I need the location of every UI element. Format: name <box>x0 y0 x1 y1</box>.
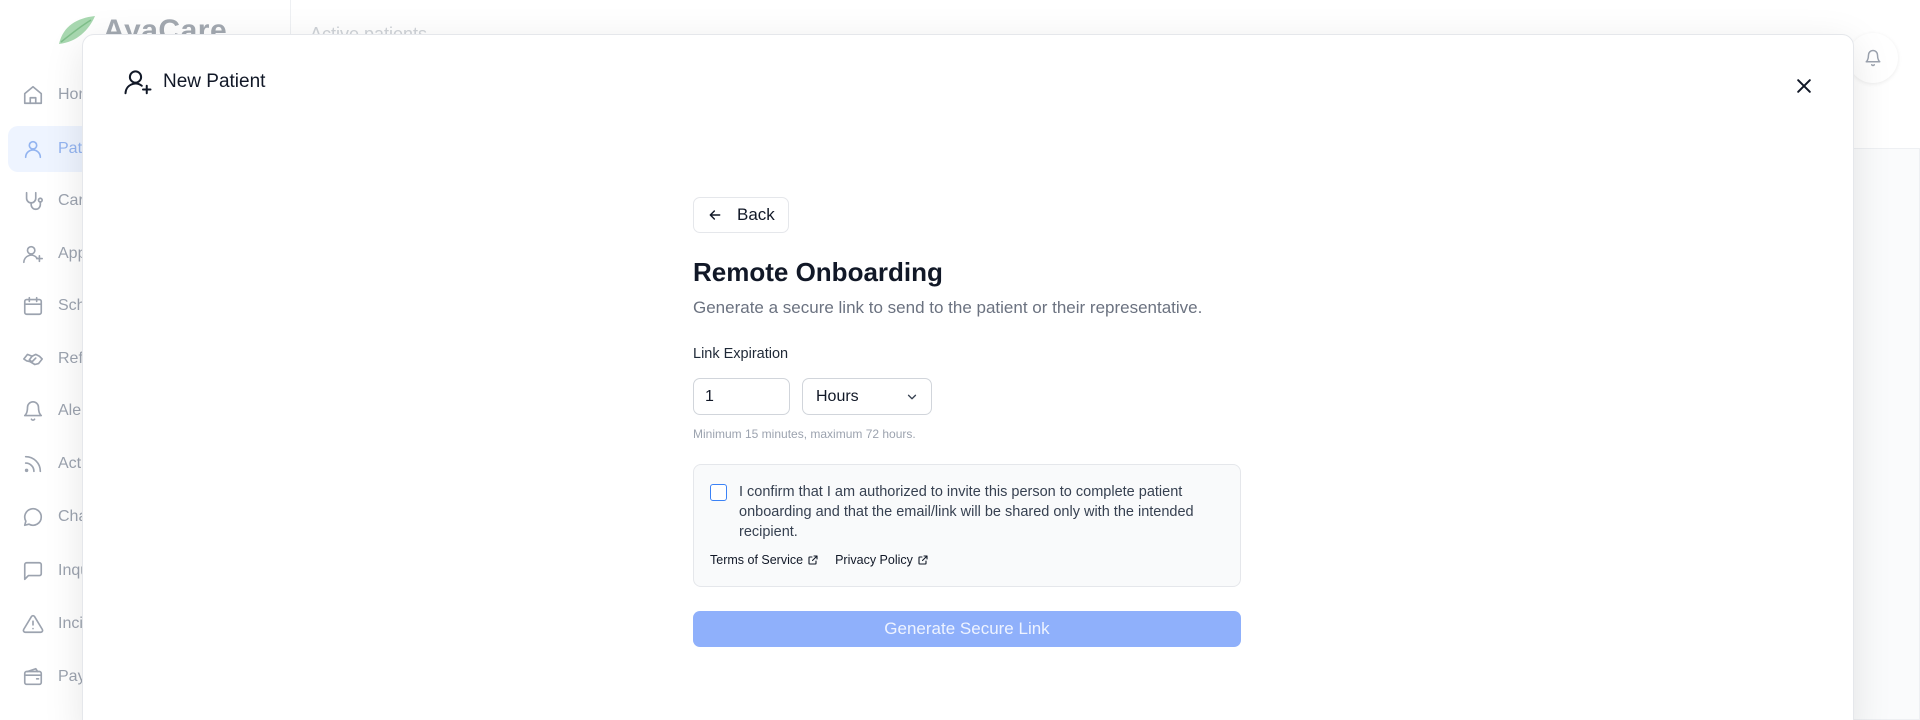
policy-links: Terms of Service Privacy Policy <box>710 553 929 567</box>
user-plus-icon <box>23 245 43 264</box>
new-patient-modal: New Patient Back Remote Onboarding Gener… <box>82 34 1854 720</box>
remote-onboarding-form: Back Remote Onboarding Generate a secure… <box>693 197 1241 647</box>
message-square-icon <box>23 561 43 581</box>
link-expiration-inputs: Hours <box>693 378 1241 415</box>
page-title: Remote Onboarding <box>693 257 943 287</box>
expiration-value-input[interactable] <box>693 378 790 415</box>
consent-box: I confirm that I am authorized to invite… <box>693 464 1241 587</box>
warning-icon <box>22 614 44 634</box>
chevron-down-icon <box>907 394 917 399</box>
expiration-unit-value: Hours <box>816 387 859 405</box>
wallet-icon <box>23 667 43 686</box>
rss-icon <box>24 455 42 473</box>
back-label: Back <box>737 205 775 224</box>
stethoscope-icon <box>25 191 43 211</box>
calendar-icon <box>23 296 43 316</box>
external-link-icon <box>918 555 928 565</box>
modal-title: New Patient <box>163 71 266 92</box>
consent-text: I confirm that I am authorized to invite… <box>739 484 1194 540</box>
generate-secure-link-button[interactable]: Generate Secure Link <box>693 611 1241 647</box>
chat-icon <box>23 507 43 527</box>
notifications-button[interactable] <box>1848 33 1898 83</box>
close-icon <box>1797 79 1811 93</box>
user-icon <box>24 140 42 159</box>
consent-checkbox[interactable] <box>710 484 727 501</box>
external-link-icon <box>808 555 818 565</box>
bell-icon <box>23 401 43 421</box>
back-button[interactable]: Back <box>693 197 789 233</box>
terms-of-service-link[interactable]: Terms of Service <box>710 553 819 567</box>
handshake-icon <box>23 353 43 366</box>
arrow-left-icon <box>709 210 721 220</box>
terms-of-service-label: Terms of Service <box>710 553 804 567</box>
bell-icon <box>1865 49 1881 67</box>
privacy-policy-label: Privacy Policy <box>835 553 913 567</box>
page-subtitle: Generate a secure link to send to the pa… <box>693 298 1203 317</box>
home-icon <box>23 85 43 105</box>
modal-header: New Patient <box>123 67 265 97</box>
expiration-hint: Minimum 15 minutes, maximum 72 hours. <box>693 427 916 441</box>
close-button[interactable] <box>1789 71 1819 101</box>
user-plus-icon <box>124 70 152 95</box>
expiration-unit-select[interactable]: Hours <box>802 378 932 415</box>
link-expiration-label: Link Expiration <box>693 346 789 362</box>
privacy-policy-link[interactable]: Privacy Policy <box>835 553 929 567</box>
